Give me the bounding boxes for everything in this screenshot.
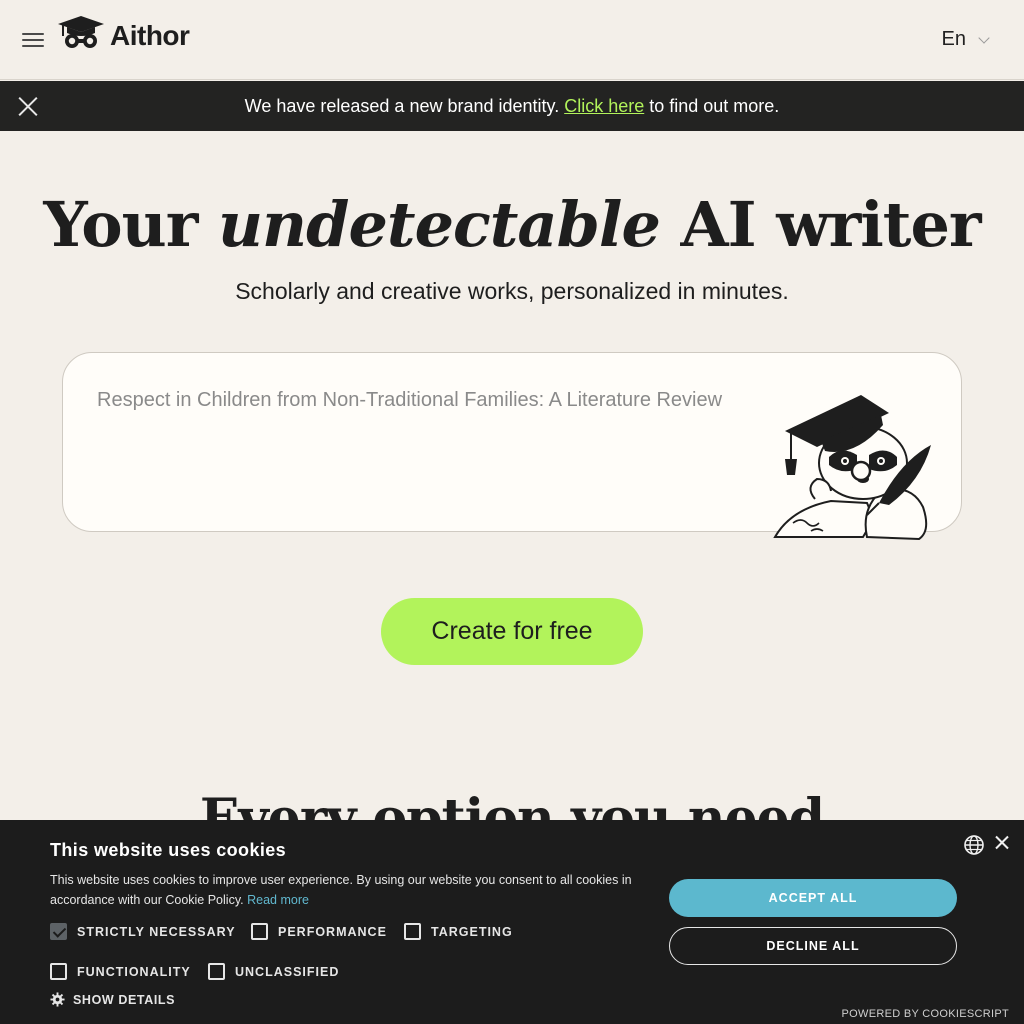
brand-logo[interactable]: Aithor [56, 15, 190, 51]
checkbox[interactable] [404, 923, 421, 940]
checkbox[interactable] [251, 923, 268, 940]
hero-title-italic: undetectable [217, 188, 661, 261]
gear-icon [50, 992, 65, 1007]
checkbox[interactable] [50, 963, 67, 980]
cookie-option-functionality[interactable]: FUNCTIONALITY [50, 963, 191, 980]
hero-title-part2: AI writer [659, 188, 982, 261]
cookie-option-label: STRICTLY NECESSARY [77, 924, 236, 939]
cookie-option-strictly-necessary[interactable]: STRICTLY NECESSARY [50, 923, 236, 940]
cookie-option-label: TARGETING [431, 924, 513, 939]
cookie-option-label: FUNCTIONALITY [77, 964, 191, 979]
hero-title: Your undetectable AI writer [0, 188, 1024, 261]
raccoon-mascot-illustration [773, 395, 931, 541]
menu-icon[interactable] [22, 31, 46, 49]
site-header: Aithor En [0, 0, 1024, 80]
banner-link[interactable]: Click here [564, 96, 644, 117]
decline-all-button[interactable]: DECLINE ALL [669, 927, 957, 965]
brand-name: Aithor [110, 20, 190, 51]
topic-input[interactable]: Respect in Children from Non-Traditional… [62, 352, 962, 541]
cookie-option-label: PERFORMANCE [278, 924, 387, 939]
language-label: En [941, 28, 966, 50]
announcement-banner: We have released a new brand identity. C… [0, 81, 1024, 131]
cookie-option-unclassified[interactable]: UNCLASSIFIED [208, 963, 339, 980]
cookie-option-label: UNCLASSIFIED [235, 964, 340, 979]
show-details-toggle[interactable]: SHOW DETAILS [50, 992, 175, 1007]
language-selector[interactable]: En [941, 28, 990, 51]
globe-icon[interactable] [963, 834, 985, 856]
logo-mascot-icon [58, 16, 104, 48]
create-for-free-button[interactable]: Create for free [381, 598, 643, 665]
cookie-option-targeting[interactable]: TARGETING [404, 923, 513, 940]
checkbox-checked[interactable] [50, 923, 67, 940]
cookie-read-more-link[interactable]: Read more [247, 893, 309, 907]
cookie-option-performance[interactable]: PERFORMANCE [251, 923, 387, 940]
cookie-title: This website uses cookies [50, 840, 287, 860]
topic-input-placeholder: Respect in Children from Non-Traditional… [97, 389, 723, 411]
hero-subtitle: Scholarly and creative works, personaliz… [235, 278, 789, 304]
banner-text-before: We have released a new brand identity. [244, 95, 565, 116]
checkbox[interactable] [208, 963, 225, 980]
close-icon[interactable] [993, 834, 1011, 852]
hero-title-part1: Your [43, 188, 218, 261]
accept-all-button[interactable]: ACCEPT ALL [669, 879, 957, 917]
chevron-down-icon [978, 31, 990, 44]
cookie-description: This website uses cookies to improve use… [50, 873, 632, 907]
close-icon[interactable] [17, 95, 39, 117]
cookie-text: This website uses cookies to improve use… [50, 870, 650, 910]
cookie-consent-panel: This website uses cookies This website u… [0, 820, 1024, 1024]
powered-by-label[interactable]: POWERED BY COOKIESCRIPT [842, 1008, 1009, 1020]
banner-text-after: to find out more. [644, 95, 780, 116]
show-details-label: SHOW DETAILS [73, 992, 176, 1007]
